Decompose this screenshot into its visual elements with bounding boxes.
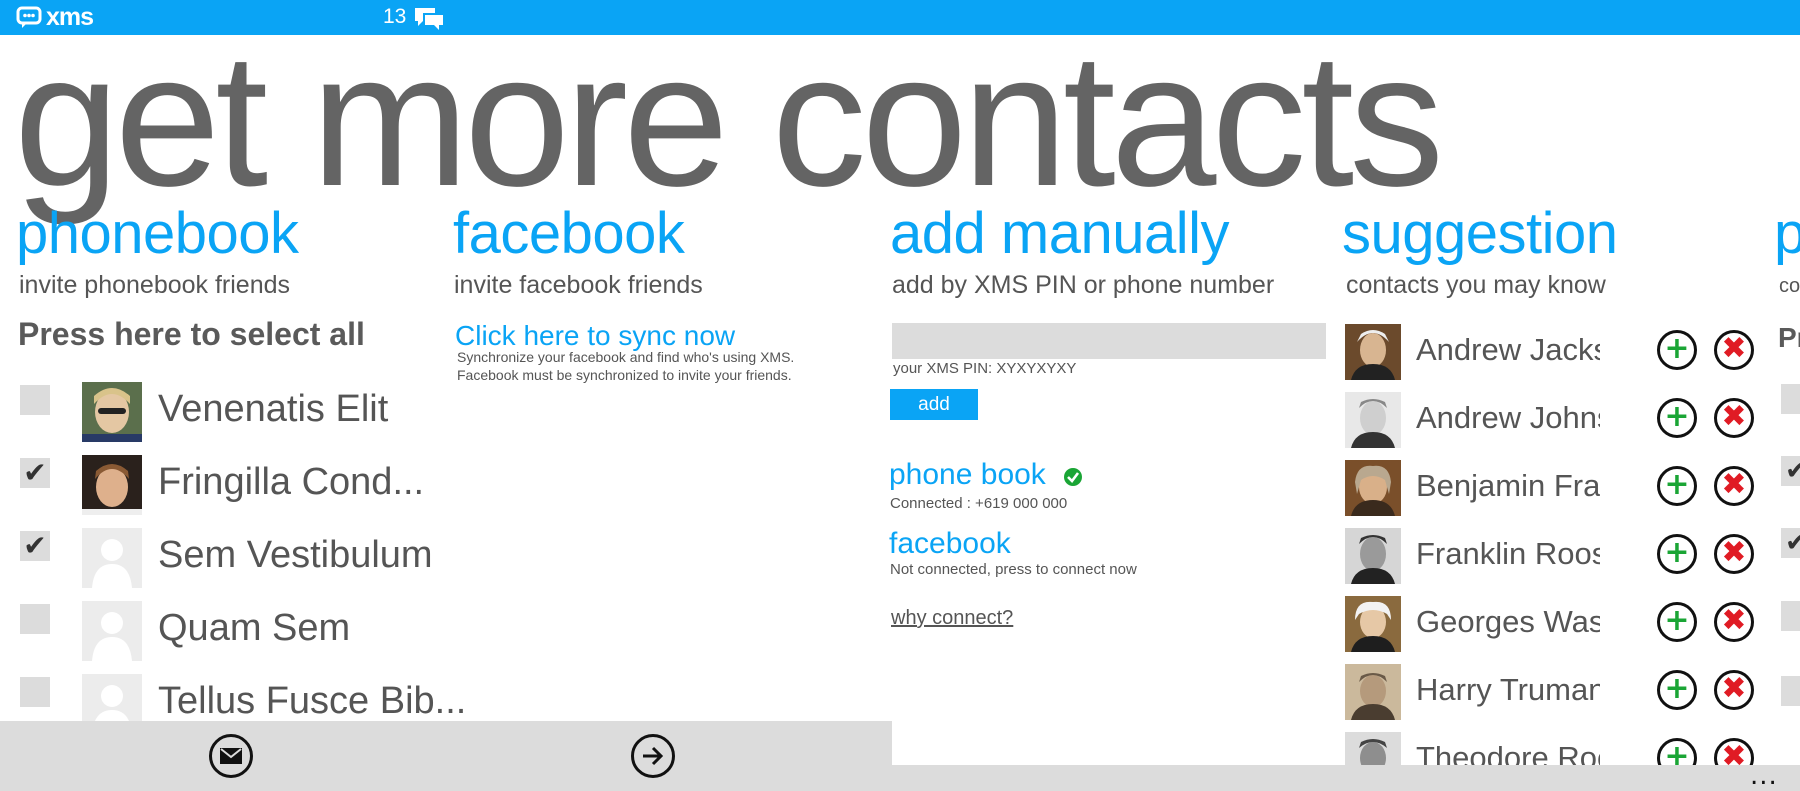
avatar <box>82 455 142 515</box>
sync-description-line: Facebook must be synchronized to invite … <box>457 367 792 383</box>
portrait-photo <box>1345 528 1401 584</box>
facebook-status[interactable]: Not connected, press to connect now <box>890 561 1137 578</box>
suggestion-row: Harry Truman + ✖ <box>1340 664 1760 724</box>
facebook-title[interactable]: facebook <box>453 200 685 267</box>
suggestion-row: Georges Washington + ✖ <box>1340 596 1760 656</box>
arrow-right-icon <box>643 746 664 766</box>
add-manually-subtitle: add by XMS PIN or phone number <box>892 271 1275 299</box>
checkmark-icon: ✔ <box>23 529 47 562</box>
suggestion-title[interactable]: suggestion <box>1342 200 1618 267</box>
next-section-subtitle: co <box>1779 275 1800 297</box>
select-all-button[interactable]: Press here to select all <box>18 316 365 353</box>
why-connect-link[interactable]: why connect? <box>891 607 1013 630</box>
checkmark-icon: ✔ <box>1785 456 1800 486</box>
contact-checkbox[interactable]: ✔ <box>1781 528 1800 558</box>
add-contact-plus-icon[interactable]: + <box>1657 398 1697 438</box>
contact-checkbox[interactable] <box>1781 384 1800 414</box>
contact-checkbox[interactable] <box>20 385 50 415</box>
add-contact-plus-icon[interactable]: + <box>1657 466 1697 506</box>
suggestion-name: Georges Washington <box>1416 604 1600 639</box>
contact-checkbox[interactable] <box>20 677 50 707</box>
dismiss-x-icon[interactable]: ✖ <box>1714 466 1754 506</box>
contact-name: Quam Sem <box>158 607 351 649</box>
facebook-connection-title[interactable]: facebook <box>889 527 1011 561</box>
suggestion-row: Franklin Roosevelt + ✖ <box>1340 528 1760 588</box>
more-options-icon[interactable]: ... <box>1750 761 1778 791</box>
app-bar-extension <box>892 765 1800 791</box>
suggestion-name: Benjamin Franklin <box>1416 468 1600 503</box>
pin-or-phone-input[interactable] <box>892 323 1326 359</box>
add-manually-title[interactable]: add manually <box>890 200 1230 267</box>
suggestion-row: Theodore Roosevelt + ✖ <box>1340 732 1760 765</box>
portrait-photo <box>1345 664 1401 720</box>
contact-name: Tellus Fusce Bib... <box>158 680 467 722</box>
contact-checkbox[interactable]: ✔ <box>20 458 50 488</box>
add-contact-plus-icon[interactable]: + <box>1657 670 1697 710</box>
add-button[interactable]: add <box>890 389 978 420</box>
suggestion-row: Andrew Jackson + ✖ <box>1340 324 1760 384</box>
contact-row[interactable]: ✔ Sem Vestibulum <box>0 528 440 592</box>
checkmark-icon: ✔ <box>23 456 47 489</box>
portrait-photo <box>1345 460 1401 516</box>
contact-checkbox[interactable] <box>1781 676 1800 706</box>
sync-description: Synchronize your facebook and find who's… <box>457 348 794 384</box>
facebook-subtitle: invite facebook friends <box>454 271 703 299</box>
contact-name: Fringilla Cond... <box>158 461 425 503</box>
suggestion-row: Benjamin Franklin + ✖ <box>1340 460 1760 520</box>
contact-name: Sem Vestibulum <box>158 534 433 576</box>
phone-book-connection-title[interactable]: phone book <box>889 458 1046 492</box>
add-contact-plus-icon[interactable]: + <box>1657 738 1697 765</box>
suggestion-subtitle: contacts you may know <box>1346 271 1606 299</box>
my-pin-label: your XMS PIN: XYXYXYXY <box>893 360 1077 377</box>
suggestion-name: Andrew Johnson <box>1416 400 1600 435</box>
suggestion-name: Harry Truman <box>1416 672 1600 707</box>
dismiss-x-icon[interactable]: ✖ <box>1714 738 1754 765</box>
dismiss-x-icon[interactable]: ✖ <box>1714 534 1754 574</box>
page-title: get more contacts <box>14 14 1444 226</box>
contact-checkbox[interactable] <box>20 604 50 634</box>
phonebook-title[interactable]: phonebook <box>16 200 299 267</box>
next-section-select[interactable]: Pr <box>1778 322 1800 354</box>
portrait-photo <box>1345 732 1401 765</box>
add-contact-plus-icon[interactable]: + <box>1657 330 1697 370</box>
checkmark-icon: ✔ <box>1785 528 1800 558</box>
contact-row[interactable]: Quam Sem <box>0 601 440 665</box>
app-bar <box>0 721 892 791</box>
suggestion-name: Andrew Jackson <box>1416 332 1600 367</box>
contact-checkbox[interactable] <box>1781 601 1800 631</box>
default-avatar-icon <box>82 601 142 661</box>
contact-row[interactable]: Venenatis Elit <box>0 382 440 446</box>
suggestion-row: Andrew Johnson + ✖ <box>1340 392 1760 452</box>
phone-book-status: Connected : +619 000 000 <box>890 495 1068 512</box>
add-contact-plus-icon[interactable]: + <box>1657 534 1697 574</box>
default-avatar-icon <box>82 528 142 588</box>
invite-email-button[interactable] <box>209 734 253 778</box>
phonebook-subtitle: invite phonebook friends <box>19 271 291 299</box>
connected-check-icon <box>1064 468 1082 486</box>
suggestion-name: Theodore Roosevelt <box>1416 740 1600 765</box>
add-contact-plus-icon[interactable]: + <box>1657 602 1697 642</box>
contact-checkbox[interactable]: ✔ <box>1781 456 1800 486</box>
envelope-icon <box>220 748 242 764</box>
contact-checkbox[interactable]: ✔ <box>20 531 50 561</box>
dismiss-x-icon[interactable]: ✖ <box>1714 330 1754 370</box>
portrait-photo <box>1345 596 1401 652</box>
dismiss-x-icon[interactable]: ✖ <box>1714 398 1754 438</box>
suggestion-name: Franklin Roosevelt <box>1416 536 1600 571</box>
contact-row[interactable]: ✔ Fringilla Cond... <box>0 455 440 519</box>
dismiss-x-icon[interactable]: ✖ <box>1714 602 1754 642</box>
portrait-photo <box>1345 324 1401 380</box>
avatar <box>82 382 142 442</box>
contact-name: Venenatis Elit <box>158 388 389 430</box>
next-button[interactable] <box>631 734 675 778</box>
dismiss-x-icon[interactable]: ✖ <box>1714 670 1754 710</box>
next-section-title[interactable]: p <box>1774 200 1800 267</box>
portrait-photo <box>1345 392 1401 448</box>
sync-description-line: Synchronize your facebook and find who's… <box>457 349 795 365</box>
